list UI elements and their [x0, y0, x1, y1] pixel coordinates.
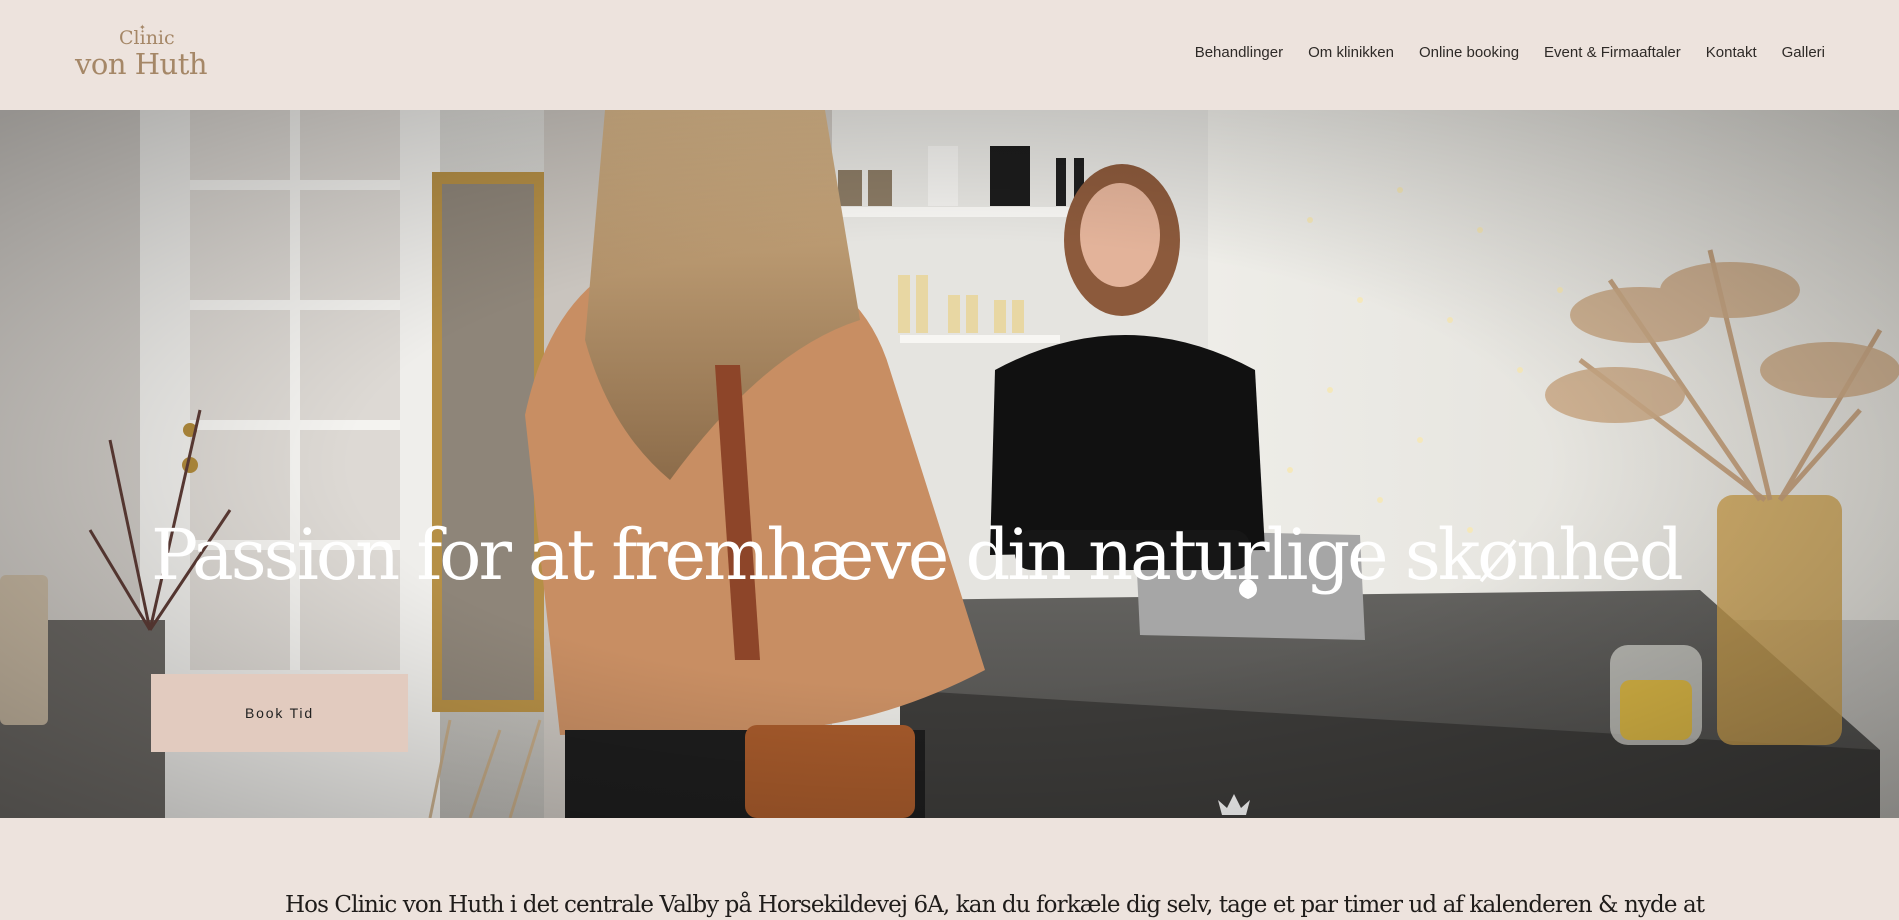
nav-galleri[interactable]: Galleri: [1782, 43, 1825, 63]
logo-top-text: Clinic: [119, 27, 175, 49]
hero-section: Passion for at fremhæve din naturlige sk…: [0, 110, 1899, 818]
clinic-logo[interactable]: ✦ Clinic von Huth: [75, 24, 215, 81]
nav-event-firmaaftaler[interactable]: Event & Firmaaftaler: [1544, 43, 1681, 63]
nav-behandlinger[interactable]: Behandlinger: [1195, 43, 1283, 63]
nav-online-booking[interactable]: Online booking: [1419, 43, 1519, 63]
book-time-button[interactable]: Book Tid: [151, 674, 408, 752]
site-header: ✦ Clinic von Huth Behandlinger Om klinik…: [0, 0, 1899, 110]
nav-kontakt[interactable]: Kontakt: [1706, 43, 1757, 63]
main-navigation: Behandlinger Om klinikken Online booking…: [1195, 43, 1825, 63]
nav-om-klinikken[interactable]: Om klinikken: [1308, 43, 1394, 63]
hero-title: Passion for at fremhæve din naturlige sk…: [151, 514, 1684, 596]
intro-section: Hos Clinic von Huth i det centrale Valby…: [0, 818, 1899, 918]
logo-bottom-text: von Huth: [75, 47, 208, 81]
intro-text: Hos Clinic von Huth i det centrale Valby…: [285, 892, 1705, 918]
